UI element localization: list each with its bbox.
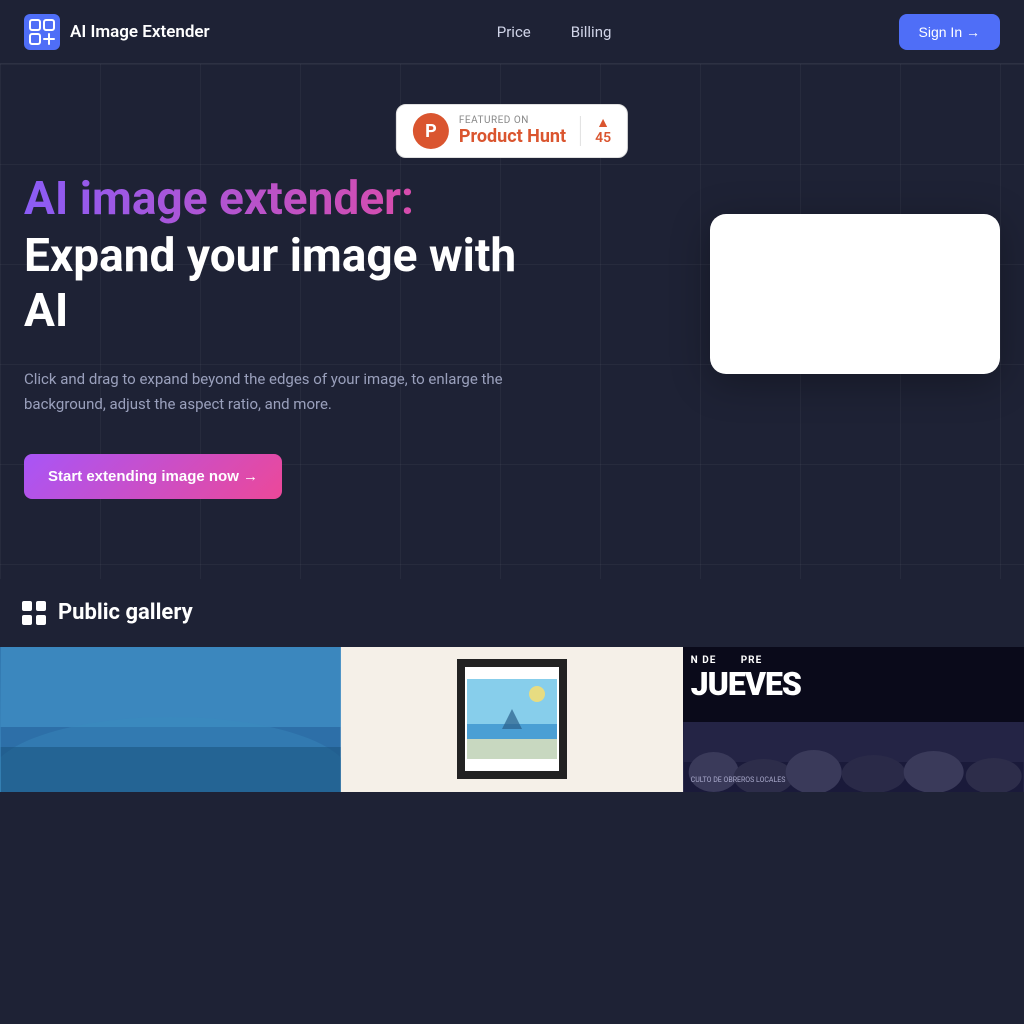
gallery-item-2[interactable] [341, 647, 682, 792]
navbar-links: Price Billing [497, 23, 612, 41]
nav-link-price[interactable]: Price [497, 23, 531, 41]
gallery-art-frame [457, 659, 567, 779]
hero-section: P FEATURED ON Product Hunt ▲ 45 AI image… [0, 64, 1024, 579]
gallery-item-1[interactable] [0, 647, 341, 792]
vote-arrow-icon: ▲ [596, 116, 610, 130]
gallery-title: Public gallery [58, 600, 193, 625]
gallery-grid-icon [20, 599, 48, 627]
navbar: AI Image Extender Price Billing Sign In … [0, 0, 1024, 64]
product-hunt-text: FEATURED ON Product Hunt [459, 115, 566, 147]
cta-button[interactable]: Start extending image now → [24, 454, 282, 499]
hero-right [710, 214, 1000, 374]
product-hunt-votes: ▲ 45 [580, 116, 611, 146]
hero-heading-line1: Expand your image with [24, 229, 516, 283]
hero-heading-white: Expand your image with AI [24, 229, 516, 339]
gallery-header: Public gallery [0, 599, 1024, 627]
logo-icon [24, 14, 60, 50]
nav-link-billing[interactable]: Billing [571, 23, 612, 41]
gallery-art-content [467, 679, 557, 759]
navbar-brand-text: AI Image Extender [70, 22, 210, 42]
gallery-grid: N DE PRE JUEVES CULTO [0, 647, 1024, 792]
signin-button[interactable]: Sign In → [899, 14, 1000, 50]
hero-content: AI image extender: Expand your image wit… [24, 154, 1000, 499]
logo-container[interactable]: AI Image Extender [24, 14, 210, 50]
jueves-sub-text: CULTO DE OBREROS LOCALES [687, 772, 790, 788]
hero-left: AI image extender: Expand your image wit… [24, 154, 516, 499]
jueves-main-text: JUEVES [691, 668, 1016, 700]
gallery-section: Public gallery [0, 579, 1024, 792]
hero-heading-line2: AI [24, 284, 68, 338]
gallery-item-3[interactable]: N DE PRE JUEVES CULTO [683, 647, 1024, 792]
product-hunt-featured-label: FEATURED ON [459, 115, 566, 126]
hero-description: Click and drag to expand beyond the edge… [24, 367, 504, 418]
vote-count: 45 [595, 130, 611, 146]
product-hunt-badge[interactable]: P FEATURED ON Product Hunt ▲ 45 [396, 104, 628, 158]
hero-heading-gradient: AI image extender: [24, 174, 516, 225]
product-hunt-logo: P [413, 113, 449, 149]
image-preview-card [710, 214, 1000, 374]
gallery-image-1-scene [0, 647, 341, 792]
product-hunt-name: Product Hunt [459, 126, 566, 147]
jueves-overlay: N DE PRE JUEVES CULTO [683, 647, 1024, 792]
